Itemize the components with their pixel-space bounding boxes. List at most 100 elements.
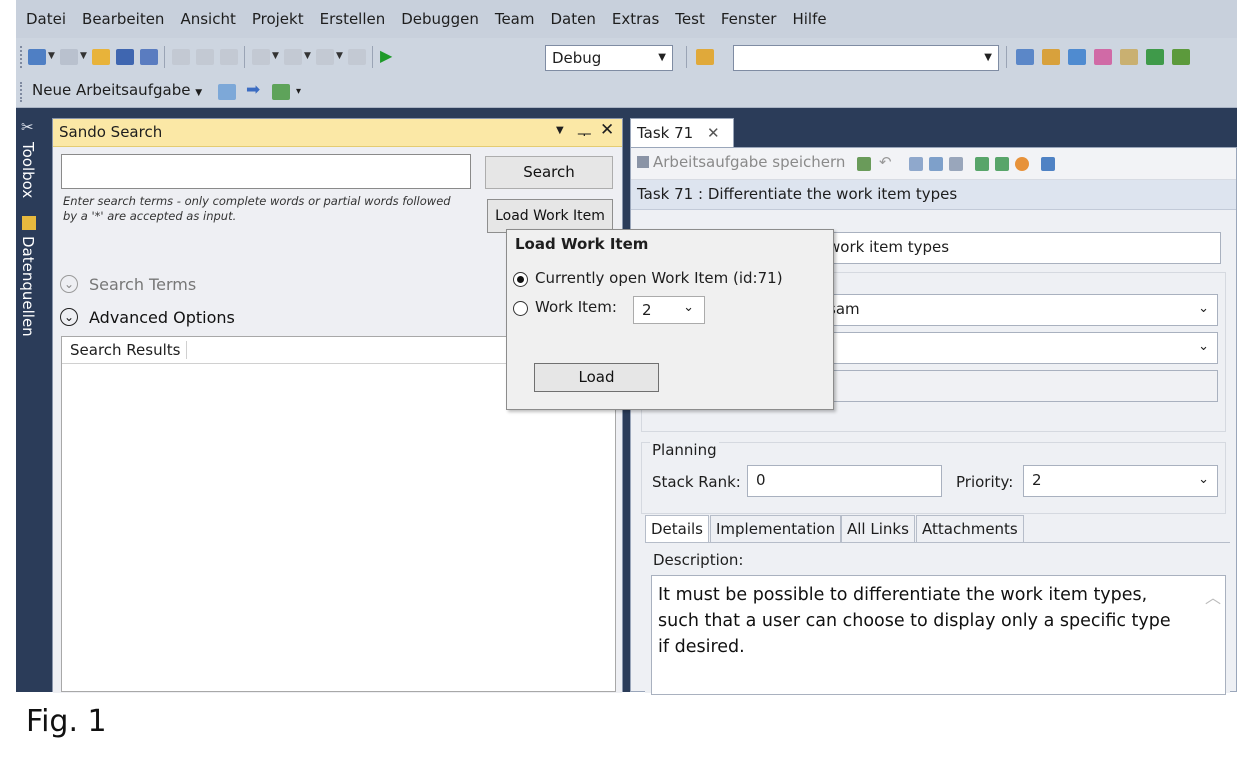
toolbar-grip[interactable] xyxy=(20,46,24,68)
save-work-item-button[interactable]: Arbeitsaufgabe speichern xyxy=(653,153,845,171)
menu-datei[interactable]: Datei xyxy=(16,10,74,28)
redo-icon[interactable] xyxy=(284,49,302,65)
tab-details[interactable]: Details xyxy=(645,515,710,543)
copy-icon[interactable] xyxy=(196,49,214,65)
alerts-icon[interactable] xyxy=(1015,157,1029,171)
find-combo[interactable]: ▼ xyxy=(733,45,999,71)
go-to-work-item-icon[interactable]: ➡ xyxy=(246,80,260,100)
work-item-select-value: 2 xyxy=(642,301,652,319)
new-project-icon[interactable] xyxy=(28,49,46,65)
work-item-select[interactable]: 2 ⌄ xyxy=(633,296,705,324)
close-tab-icon[interactable]: ✕ xyxy=(707,124,720,142)
menu-hilfe[interactable]: Hilfe xyxy=(784,10,834,28)
work-item-radio[interactable] xyxy=(513,301,528,316)
load-work-item-button[interactable]: Load Work Item xyxy=(487,199,613,233)
undo-dropdown-icon[interactable]: ▼ xyxy=(272,51,279,61)
navigate-forward-icon[interactable] xyxy=(348,49,366,65)
link-icon[interactable] xyxy=(949,157,963,171)
chevron-down-icon[interactable]: ⌄ xyxy=(60,308,78,326)
refresh-icon[interactable] xyxy=(857,157,871,171)
start-debugging-icon[interactable]: ▶ xyxy=(380,46,392,65)
toolbox-window-icon[interactable] xyxy=(1094,49,1112,65)
paste-icon[interactable] xyxy=(220,49,238,65)
add-item-dropdown-icon[interactable]: ▼ xyxy=(80,51,87,61)
new-project-dropdown-icon[interactable]: ▼ xyxy=(48,51,55,61)
search-terms-expander[interactable]: Search Terms xyxy=(89,275,196,294)
help-icon[interactable] xyxy=(1041,157,1055,171)
toolbox-icon: ✂ xyxy=(21,118,34,136)
undo-icon[interactable]: ↶ xyxy=(879,153,892,171)
menu-debuggen[interactable]: Debuggen xyxy=(393,10,487,28)
pin-icon[interactable]: ᅮ xyxy=(577,121,592,145)
navigate-dropdown-icon[interactable]: ▼ xyxy=(336,51,343,61)
results-column-header[interactable]: Search Results xyxy=(70,341,188,359)
toolbox-tab[interactable]: Toolbox xyxy=(19,142,37,198)
undo-icon[interactable] xyxy=(252,49,270,65)
search-input[interactable] xyxy=(61,154,471,189)
chevron-down-icon: ⌄ xyxy=(1198,339,1209,354)
extension-manager-icon[interactable] xyxy=(1120,49,1138,65)
work-item-header: Task 71 : Differentiate the work item ty… xyxy=(631,180,1236,210)
copy-work-item-icon[interactable] xyxy=(929,157,943,171)
description-text: It must be possible to differentiate the… xyxy=(658,585,1171,657)
menu-ansicht[interactable]: Ansicht xyxy=(172,10,243,28)
load-button[interactable]: Load xyxy=(534,363,659,392)
save-all-icon[interactable] xyxy=(140,49,158,65)
chevron-down-icon: ⌄ xyxy=(1198,301,1209,316)
redo-dropdown-icon[interactable]: ▼ xyxy=(304,51,311,61)
window-position-icon[interactable]: ▼ xyxy=(556,125,564,136)
start-page-icon[interactable] xyxy=(1146,49,1164,65)
tab-implementation[interactable]: Implementation xyxy=(710,515,842,543)
find-in-files-icon[interactable] xyxy=(696,49,714,65)
menu-fenster[interactable]: Fenster xyxy=(713,10,785,28)
tab-task-71[interactable]: Task 71 ✕ xyxy=(630,118,734,147)
advanced-options-expander[interactable]: Advanced Options xyxy=(89,308,235,327)
menu-erstellen[interactable]: Erstellen xyxy=(312,10,394,28)
menu-test[interactable]: Test xyxy=(667,10,713,28)
data-sources-tab[interactable]: Datenquellen xyxy=(19,236,37,337)
new-query-icon[interactable] xyxy=(218,84,236,100)
menu-daten[interactable]: Daten xyxy=(543,10,604,28)
current-work-item-radio[interactable] xyxy=(513,272,528,287)
search-button[interactable]: Search xyxy=(485,156,613,189)
team-explorer-icon[interactable] xyxy=(1172,49,1190,65)
details-tab-panel: Description: It must be possible to diff… xyxy=(645,542,1230,695)
scroll-up-icon[interactable]: ︿ xyxy=(1205,584,1221,608)
toolbar-options-icon[interactable]: ▾ xyxy=(296,86,301,97)
properties-icon[interactable] xyxy=(1042,49,1060,65)
toolbar-grip[interactable] xyxy=(20,82,24,102)
tab-all-links[interactable]: All Links xyxy=(841,515,915,543)
menu-projekt[interactable]: Projekt xyxy=(244,10,312,28)
open-folder-icon[interactable] xyxy=(92,49,110,65)
save-icon[interactable] xyxy=(116,49,134,65)
tab-label: Task 71 xyxy=(637,124,694,142)
excel-icon[interactable] xyxy=(975,157,989,171)
add-item-icon[interactable] xyxy=(60,49,78,65)
cut-icon[interactable] xyxy=(172,49,190,65)
work-item-label[interactable]: Work Item: xyxy=(535,298,617,316)
solution-explorer-icon[interactable] xyxy=(1016,49,1034,65)
priority-label: Priority: xyxy=(956,473,1014,491)
stack-rank-label: Stack Rank: xyxy=(652,473,741,491)
stack-rank-input[interactable]: 0 xyxy=(747,465,942,497)
navigate-backward-icon[interactable] xyxy=(316,49,334,65)
menu-extras[interactable]: Extras xyxy=(604,10,667,28)
current-work-item-label[interactable]: Currently open Work Item (id:71) xyxy=(535,269,783,287)
new-work-item-button[interactable]: Neue Arbeitsaufgabe ▼ xyxy=(32,81,202,99)
chevron-down-icon[interactable]: ⌄ xyxy=(60,275,78,293)
description-textarea[interactable]: It must be possible to differentiate the… xyxy=(651,575,1226,695)
title-field-value: work item types xyxy=(828,238,950,256)
project-icon[interactable] xyxy=(995,157,1009,171)
chevron-down-icon: ▼ xyxy=(658,52,666,63)
new-linked-item-icon[interactable] xyxy=(909,157,923,171)
close-icon[interactable]: ✕ xyxy=(600,120,614,140)
menu-bearbeiten[interactable]: Bearbeiten xyxy=(74,10,172,28)
chevron-down-icon: ▼ xyxy=(984,52,992,63)
menu-team[interactable]: Team xyxy=(487,10,543,28)
priority-select[interactable]: 2 ⌄ xyxy=(1023,465,1218,497)
team-project-icon[interactable] xyxy=(272,84,290,100)
object-browser-icon[interactable] xyxy=(1068,49,1086,65)
solution-configuration-combo[interactable]: Debug ▼ xyxy=(545,45,673,71)
tab-attachments[interactable]: Attachments xyxy=(916,515,1024,543)
panel-title-bar: Sando Search ▼ ᅮ ✕ xyxy=(53,119,622,147)
